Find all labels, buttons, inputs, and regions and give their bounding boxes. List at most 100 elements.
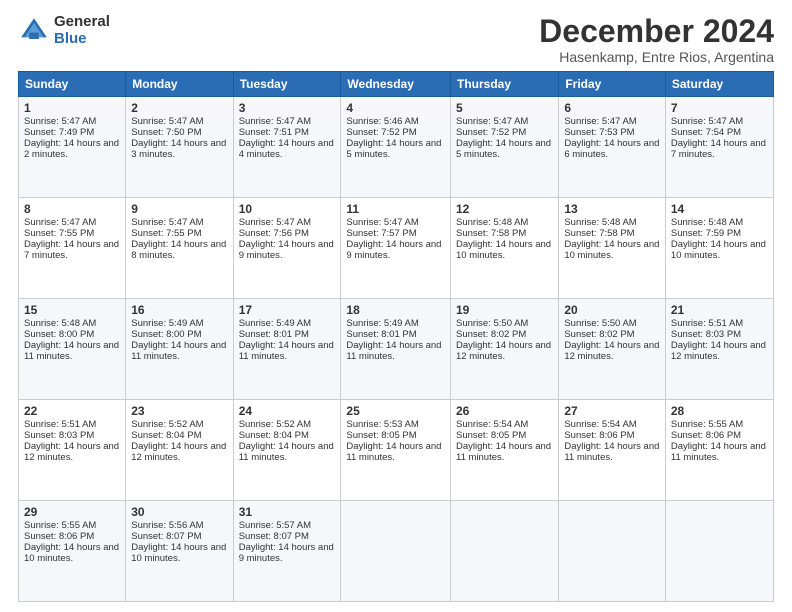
- sunrise: Sunrise: 5:46 AM: [346, 116, 418, 127]
- day-cell: 30Sunrise: 5:56 AMSunset: 8:07 PMDayligh…: [126, 501, 233, 602]
- sunset: Sunset: 7:50 PM: [131, 127, 201, 138]
- sunrise: Sunrise: 5:51 AM: [671, 318, 743, 329]
- day-number: 19: [456, 303, 553, 317]
- sunrise: Sunrise: 5:55 AM: [671, 419, 743, 430]
- day-number: 6: [564, 101, 660, 115]
- day-cell: 24Sunrise: 5:52 AMSunset: 8:04 PMDayligh…: [233, 400, 341, 501]
- week-row-2: 8Sunrise: 5:47 AMSunset: 7:55 PMDaylight…: [19, 198, 774, 299]
- sunrise: Sunrise: 5:48 AM: [24, 318, 96, 329]
- day-number: 20: [564, 303, 660, 317]
- daylight: Daylight: 14 hours and 11 minutes.: [24, 340, 119, 362]
- sunrise: Sunrise: 5:57 AM: [239, 520, 311, 531]
- sunrise: Sunrise: 5:52 AM: [131, 419, 203, 430]
- sunset: Sunset: 8:04 PM: [131, 430, 201, 441]
- day-number: 30: [131, 505, 227, 519]
- day-cell: 9Sunrise: 5:47 AMSunset: 7:55 PMDaylight…: [126, 198, 233, 299]
- daylight: Daylight: 14 hours and 5 minutes.: [346, 138, 441, 160]
- day-cell: 10Sunrise: 5:47 AMSunset: 7:56 PMDayligh…: [233, 198, 341, 299]
- daylight: Daylight: 14 hours and 10 minutes.: [131, 542, 226, 564]
- sunrise: Sunrise: 5:47 AM: [564, 116, 636, 127]
- calendar-body: 1Sunrise: 5:47 AMSunset: 7:49 PMDaylight…: [19, 97, 774, 602]
- day-number: 18: [346, 303, 445, 317]
- day-number: 11: [346, 202, 445, 216]
- day-cell: 6Sunrise: 5:47 AMSunset: 7:53 PMDaylight…: [559, 97, 666, 198]
- day-number: 9: [131, 202, 227, 216]
- day-number: 14: [671, 202, 768, 216]
- day-cell: 5Sunrise: 5:47 AMSunset: 7:52 PMDaylight…: [451, 97, 559, 198]
- day-number: 23: [131, 404, 227, 418]
- logo-text: General Blue: [54, 14, 110, 47]
- daylight: Daylight: 14 hours and 11 minutes.: [456, 441, 551, 463]
- daylight: Daylight: 14 hours and 10 minutes.: [564, 239, 659, 261]
- header: General Blue December 2024 Hasenkamp, En…: [18, 14, 774, 65]
- logo: General Blue: [18, 14, 110, 47]
- day-number: 10: [239, 202, 336, 216]
- sunrise: Sunrise: 5:47 AM: [131, 116, 203, 127]
- sunset: Sunset: 7:55 PM: [24, 228, 94, 239]
- daylight: Daylight: 14 hours and 11 minutes.: [131, 340, 226, 362]
- day-cell: 27Sunrise: 5:54 AMSunset: 8:06 PMDayligh…: [559, 400, 666, 501]
- day-cell: 16Sunrise: 5:49 AMSunset: 8:00 PMDayligh…: [126, 299, 233, 400]
- sunset: Sunset: 8:07 PM: [131, 531, 201, 542]
- sunrise: Sunrise: 5:47 AM: [239, 217, 311, 228]
- day-number: 26: [456, 404, 553, 418]
- day-cell: 4Sunrise: 5:46 AMSunset: 7:52 PMDaylight…: [341, 97, 451, 198]
- sunset: Sunset: 8:05 PM: [456, 430, 526, 441]
- daylight: Daylight: 14 hours and 11 minutes.: [671, 441, 766, 463]
- daylight: Daylight: 14 hours and 5 minutes.: [456, 138, 551, 160]
- header-cell-thursday: Thursday: [451, 72, 559, 97]
- sunset: Sunset: 7:59 PM: [671, 228, 741, 239]
- sunrise: Sunrise: 5:54 AM: [564, 419, 636, 430]
- sunset: Sunset: 8:03 PM: [24, 430, 94, 441]
- sunset: Sunset: 8:00 PM: [24, 329, 94, 340]
- day-number: 3: [239, 101, 336, 115]
- sunset: Sunset: 8:00 PM: [131, 329, 201, 340]
- day-cell: 11Sunrise: 5:47 AMSunset: 7:57 PMDayligh…: [341, 198, 451, 299]
- sunrise: Sunrise: 5:49 AM: [239, 318, 311, 329]
- day-cell: 2Sunrise: 5:47 AMSunset: 7:50 PMDaylight…: [126, 97, 233, 198]
- day-number: 17: [239, 303, 336, 317]
- day-cell: 25Sunrise: 5:53 AMSunset: 8:05 PMDayligh…: [341, 400, 451, 501]
- day-number: 21: [671, 303, 768, 317]
- sunset: Sunset: 8:05 PM: [346, 430, 416, 441]
- daylight: Daylight: 14 hours and 12 minutes.: [564, 340, 659, 362]
- sunrise: Sunrise: 5:52 AM: [239, 419, 311, 430]
- week-row-3: 15Sunrise: 5:48 AMSunset: 8:00 PMDayligh…: [19, 299, 774, 400]
- day-number: 25: [346, 404, 445, 418]
- daylight: Daylight: 14 hours and 11 minutes.: [346, 340, 441, 362]
- sunrise: Sunrise: 5:50 AM: [564, 318, 636, 329]
- daylight: Daylight: 14 hours and 12 minutes.: [456, 340, 551, 362]
- week-row-4: 22Sunrise: 5:51 AMSunset: 8:03 PMDayligh…: [19, 400, 774, 501]
- logo-blue: Blue: [54, 31, 110, 48]
- day-number: 15: [24, 303, 120, 317]
- header-cell-saturday: Saturday: [665, 72, 773, 97]
- daylight: Daylight: 14 hours and 9 minutes.: [239, 239, 334, 261]
- daylight: Daylight: 14 hours and 2 minutes.: [24, 138, 119, 160]
- sunrise: Sunrise: 5:47 AM: [671, 116, 743, 127]
- day-number: 24: [239, 404, 336, 418]
- day-cell: 21Sunrise: 5:51 AMSunset: 8:03 PMDayligh…: [665, 299, 773, 400]
- header-cell-sunday: Sunday: [19, 72, 126, 97]
- sunset: Sunset: 7:51 PM: [239, 127, 309, 138]
- day-cell: 19Sunrise: 5:50 AMSunset: 8:02 PMDayligh…: [451, 299, 559, 400]
- day-number: 29: [24, 505, 120, 519]
- sunrise: Sunrise: 5:53 AM: [346, 419, 418, 430]
- day-cell: 18Sunrise: 5:49 AMSunset: 8:01 PMDayligh…: [341, 299, 451, 400]
- daylight: Daylight: 14 hours and 12 minutes.: [131, 441, 226, 463]
- day-cell: [665, 501, 773, 602]
- sunrise: Sunrise: 5:47 AM: [131, 217, 203, 228]
- daylight: Daylight: 14 hours and 11 minutes.: [346, 441, 441, 463]
- sunset: Sunset: 7:58 PM: [456, 228, 526, 239]
- sunset: Sunset: 7:55 PM: [131, 228, 201, 239]
- sunset: Sunset: 8:02 PM: [564, 329, 634, 340]
- day-number: 12: [456, 202, 553, 216]
- daylight: Daylight: 14 hours and 10 minutes.: [456, 239, 551, 261]
- day-number: 4: [346, 101, 445, 115]
- sunrise: Sunrise: 5:55 AM: [24, 520, 96, 531]
- day-cell: 23Sunrise: 5:52 AMSunset: 8:04 PMDayligh…: [126, 400, 233, 501]
- day-cell: 29Sunrise: 5:55 AMSunset: 8:06 PMDayligh…: [19, 501, 126, 602]
- logo-icon: [18, 15, 50, 47]
- day-cell: 14Sunrise: 5:48 AMSunset: 7:59 PMDayligh…: [665, 198, 773, 299]
- sunrise: Sunrise: 5:47 AM: [239, 116, 311, 127]
- day-number: 1: [24, 101, 120, 115]
